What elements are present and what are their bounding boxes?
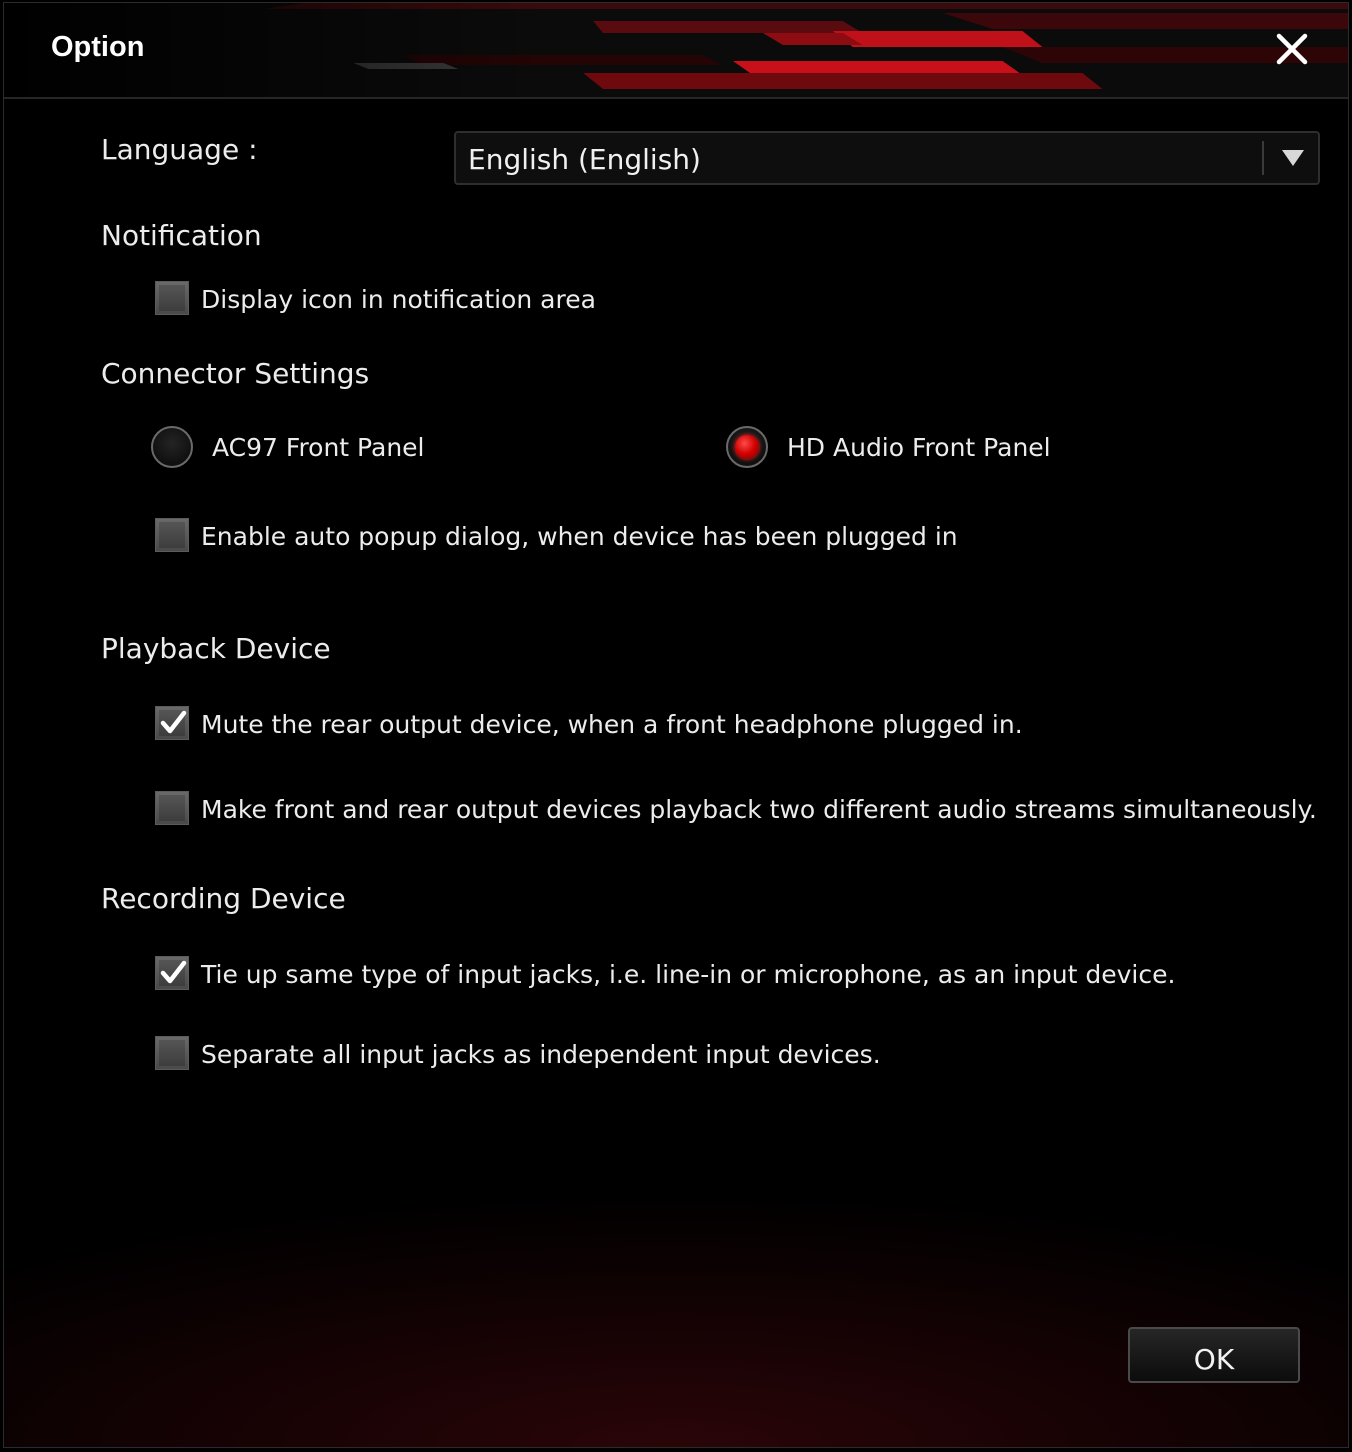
display-icon-checkbox[interactable]: [155, 281, 189, 315]
checkmark-icon: [160, 710, 187, 734]
separate-jacks-checkbox[interactable]: [155, 1036, 189, 1070]
radio-selected-dot: [735, 435, 759, 459]
checkbox-fill: [159, 285, 185, 311]
dropdown-divider: [1262, 141, 1264, 175]
title-bar[interactable]: Option: [4, 3, 1348, 99]
checkbox-fill: [159, 1040, 185, 1066]
checkmark-icon: [160, 960, 187, 984]
playback-device-heading: Playback Device: [101, 632, 331, 665]
triangle-down-icon[interactable]: [1280, 147, 1306, 169]
mute-rear-label[interactable]: Mute the rear output device, when a fron…: [201, 710, 1023, 739]
ok-button[interactable]: OK: [1128, 1327, 1300, 1383]
hd-audio-front-panel-label[interactable]: HD Audio Front Panel: [787, 433, 1051, 462]
ok-button-label: OK: [1193, 1343, 1235, 1376]
connector-settings-heading: Connector Settings: [101, 357, 370, 390]
display-icon-label[interactable]: Display icon in notification area: [201, 285, 596, 314]
notification-heading: Notification: [101, 219, 262, 252]
auto-popup-label[interactable]: Enable auto popup dialog, when device ha…: [201, 522, 958, 551]
checkbox-fill: [159, 795, 185, 821]
recording-device-heading: Recording Device: [101, 882, 346, 915]
ac97-front-panel-radio[interactable]: [151, 426, 193, 468]
language-dropdown[interactable]: English (English): [454, 131, 1320, 185]
auto-popup-checkbox[interactable]: [155, 518, 189, 552]
close-icon: [1276, 33, 1308, 65]
hd-audio-front-panel-radio[interactable]: [726, 426, 768, 468]
checkbox-fill: [159, 522, 185, 548]
mute-rear-checkbox[interactable]: [155, 706, 189, 740]
ac97-front-panel-label[interactable]: AC97 Front Panel: [212, 433, 425, 462]
two-streams-label[interactable]: Make front and rear output devices playb…: [201, 795, 1317, 824]
title-bar-decoration: [4, 3, 1348, 97]
option-dialog: Option Language : English (English) Noti…: [3, 2, 1349, 1448]
separate-jacks-label[interactable]: Separate all input jacks as independent …: [201, 1040, 881, 1069]
two-streams-checkbox[interactable]: [155, 791, 189, 825]
language-label: Language :: [101, 133, 258, 166]
tie-up-label[interactable]: Tie up same type of input jacks, i.e. li…: [201, 960, 1175, 989]
tie-up-checkbox[interactable]: [155, 956, 189, 990]
dialog-title: Option: [51, 31, 145, 63]
language-selected-value: English (English): [468, 143, 701, 176]
close-button[interactable]: [1274, 31, 1310, 67]
